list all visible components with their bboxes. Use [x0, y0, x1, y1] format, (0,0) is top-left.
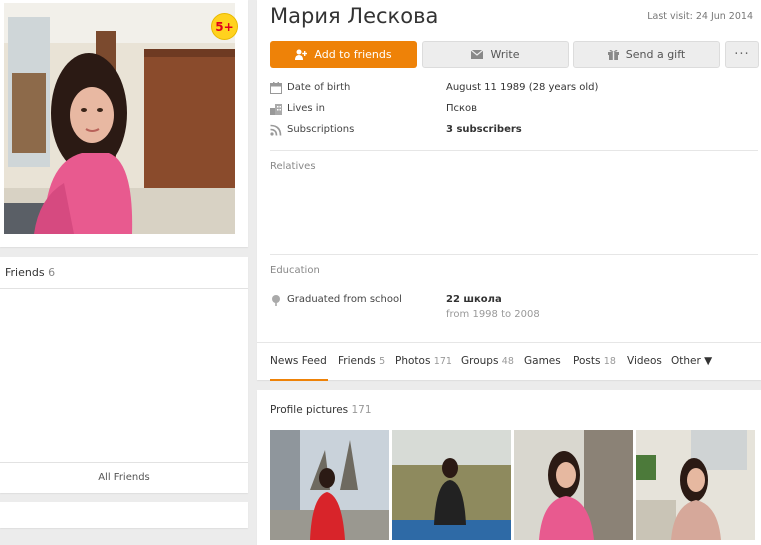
profile-pictures-title[interactable]: Profile pictures 171	[270, 404, 372, 416]
profile-picture-thumbnail[interactable]	[270, 430, 389, 540]
envelope-icon	[471, 50, 484, 59]
friends-card-header[interactable]: Friends 6	[0, 257, 248, 289]
tab-videos[interactable]: Videos	[627, 355, 662, 367]
tab-groups[interactable]: Groups 48	[461, 355, 514, 367]
profile-picture-thumbnail[interactable]	[636, 430, 755, 540]
profile-picture-thumbnail[interactable]	[514, 430, 633, 540]
tab-label: Games	[524, 355, 561, 367]
friends-card: Friends 6 All Friends	[0, 257, 248, 493]
tab-news-feed[interactable]: News Feed	[270, 355, 327, 367]
add-to-friends-button[interactable]: Add to friends	[270, 41, 417, 68]
tab-count: 171	[433, 356, 452, 367]
info-row-city: Lives in Псков	[270, 103, 750, 117]
send-gift-button[interactable]: Send a gift	[573, 41, 720, 68]
tab-friends[interactable]: Friends 5	[338, 355, 385, 367]
graduation-icon	[272, 295, 280, 306]
write-label: Write	[490, 48, 520, 61]
profile-pictures-card: Profile pictures 171	[257, 390, 761, 545]
last-visit: Last visit: 24 Jun 2014	[647, 11, 753, 22]
profile-name: Мария Лескова	[270, 4, 439, 28]
profile-card: Мария Лескова Last visit: 24 Jun 2014 Ad…	[257, 0, 761, 381]
tab-label: Photos	[395, 355, 431, 367]
friends-card-title: Friends	[5, 266, 45, 279]
empty-card	[0, 502, 248, 528]
profile-pictures-label: Profile pictures	[270, 404, 349, 416]
relatives-section-title: Relatives	[270, 161, 316, 172]
profile-picture-thumbnail[interactable]	[392, 430, 511, 540]
tab-label: Friends	[338, 355, 376, 367]
education-row: Graduated from school 22 школа	[270, 294, 750, 308]
tab-count: 18	[603, 356, 616, 367]
divider	[270, 150, 758, 151]
education-period: from 1998 to 2008	[446, 309, 540, 320]
education-label: Graduated from school	[287, 294, 402, 305]
write-button[interactable]: Write	[422, 41, 569, 68]
age-rating-badge: 5+	[211, 13, 238, 40]
info-label: Lives in	[287, 103, 325, 114]
tab-label: Posts	[573, 355, 601, 367]
tab-other[interactable]: Other ▼	[671, 355, 712, 367]
calendar-icon	[270, 82, 282, 94]
more-options-button[interactable]: ···	[725, 41, 759, 68]
add-user-icon	[295, 49, 308, 60]
info-row-subscriptions: Subscriptions 3 subscribers	[270, 124, 750, 138]
tab-label: Groups	[461, 355, 499, 367]
active-tab-indicator	[270, 379, 328, 381]
rss-icon	[270, 124, 282, 136]
add-to-friends-label: Add to friends	[314, 48, 392, 61]
tab-label: Other ▼	[671, 355, 713, 367]
info-value-link[interactable]: Псков	[446, 103, 477, 114]
divider	[270, 254, 758, 255]
gift-icon	[607, 50, 619, 60]
tab-posts[interactable]: Posts 18	[573, 355, 616, 367]
profile-tabs: News Feed Friends 5 Photos 171 Groups 48…	[257, 342, 761, 381]
info-value: August 11 1989 (28 years old)	[446, 82, 599, 93]
send-gift-label: Send a gift	[625, 48, 686, 61]
info-value-link[interactable]: 3 subscribers	[446, 124, 522, 135]
info-label: Subscriptions	[287, 124, 355, 135]
tab-count: 48	[501, 356, 514, 367]
education-section-title: Education	[270, 265, 320, 276]
all-friends-link[interactable]: All Friends	[0, 462, 248, 493]
avatar-card: 5+	[0, 0, 248, 247]
tab-photos[interactable]: Photos 171	[395, 355, 452, 367]
info-label: Date of birth	[287, 82, 351, 93]
tab-label: Videos	[627, 355, 662, 367]
building-icon	[270, 104, 282, 115]
profile-pictures-count: 171	[351, 404, 372, 416]
school-name-link[interactable]: 22 школа	[446, 294, 502, 305]
tab-games[interactable]: Games	[524, 355, 561, 367]
friends-card-count: 6	[48, 266, 56, 279]
tab-count: 5	[379, 356, 386, 367]
profile-avatar[interactable]	[4, 3, 235, 234]
tab-label: News Feed	[270, 355, 327, 367]
info-row-birthday: Date of birth August 11 1989 (28 years o…	[270, 82, 750, 96]
